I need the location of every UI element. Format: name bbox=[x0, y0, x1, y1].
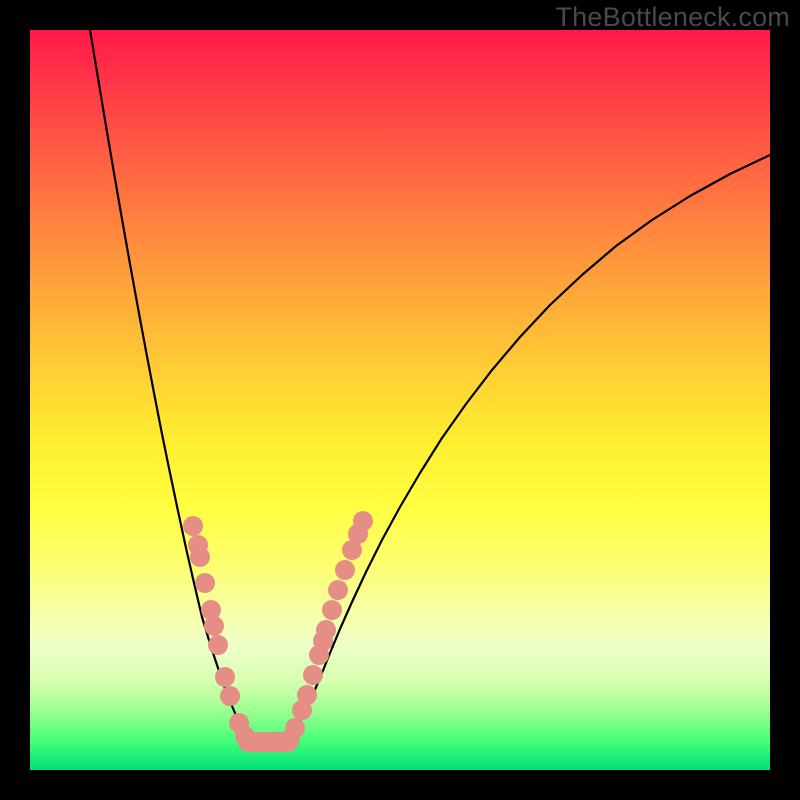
bead-marker bbox=[322, 600, 342, 620]
outer-frame: TheBottleneck.com bbox=[0, 0, 800, 800]
right-curve bbox=[292, 155, 770, 737]
watermark-text: TheBottleneck.com bbox=[555, 2, 790, 33]
bead-marker bbox=[328, 580, 348, 600]
bead-marker bbox=[195, 573, 215, 593]
bead-marker bbox=[335, 560, 355, 580]
bead-marker bbox=[208, 635, 228, 655]
bead-marker bbox=[285, 718, 305, 738]
plot-area bbox=[30, 30, 770, 770]
bead-marker bbox=[235, 726, 255, 746]
bead-marker bbox=[316, 620, 336, 640]
bead-marker bbox=[204, 616, 224, 636]
chart-svg bbox=[30, 30, 770, 770]
bead-marker bbox=[303, 665, 323, 685]
bead-marker bbox=[215, 667, 235, 687]
bead-marker bbox=[183, 516, 203, 536]
left-curve bbox=[90, 30, 247, 737]
bead-markers bbox=[183, 511, 373, 749]
bead-marker bbox=[297, 685, 317, 705]
bead-marker bbox=[220, 686, 240, 706]
bead-marker bbox=[190, 547, 210, 567]
bead-marker bbox=[353, 511, 373, 531]
